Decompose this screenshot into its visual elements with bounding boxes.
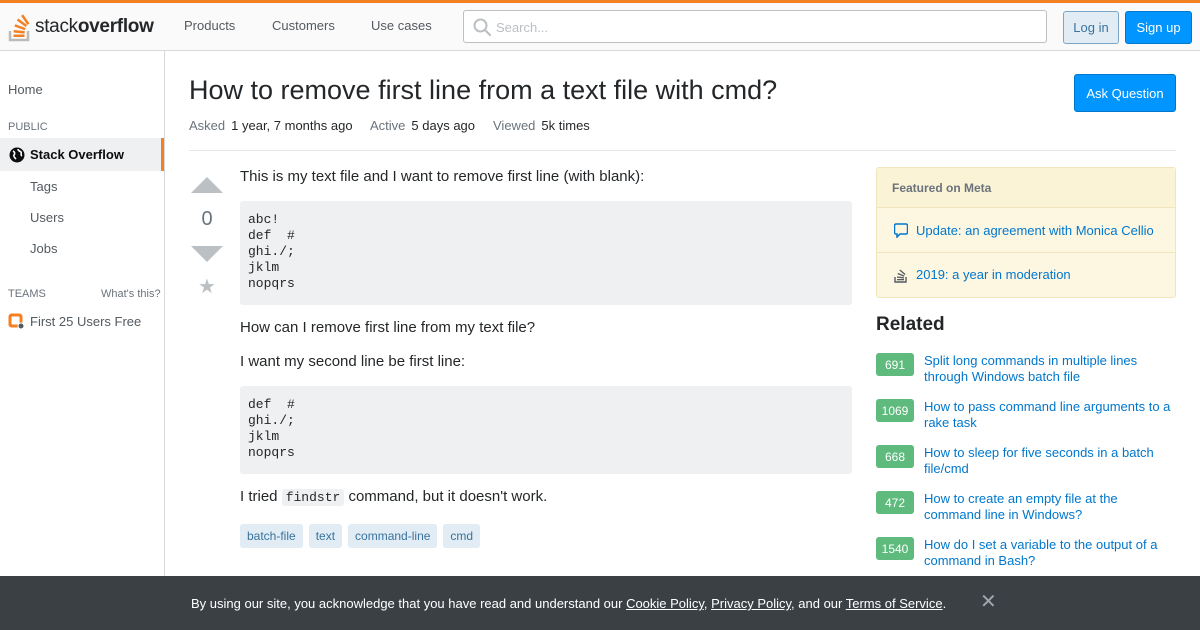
whats-this-link[interactable]: What's this?	[101, 288, 161, 300]
code-block: def # ghi./; jklm nopqrs	[240, 386, 852, 474]
related-score: 472	[876, 491, 914, 514]
related-item[interactable]: 668 How to sleep for five seconds in a ba…	[876, 445, 1176, 477]
tag-list: batch-file text command-line cmd	[240, 524, 481, 548]
logo-text: stackoverflow	[35, 16, 154, 37]
related-title[interactable]: How to pass command line arguments to a …	[924, 399, 1176, 431]
sidebar-item-home[interactable]: Home	[8, 82, 43, 97]
related-item[interactable]: 472 How to create an empty file at the co…	[876, 491, 1176, 523]
sidebar-heading-public: PUBLIC	[8, 121, 48, 133]
sidebar-item-jobs[interactable]: Jobs	[30, 241, 57, 256]
featured-item-label: 2019: a year in moderation	[916, 267, 1071, 282]
sidebar-item-tags[interactable]: Tags	[30, 179, 57, 194]
featured-item[interactable]: 2019: a year in moderation	[877, 252, 1175, 296]
viewed-label: Viewed	[493, 118, 536, 133]
inline-code: findstr	[281, 489, 345, 506]
related-item[interactable]: 1540 How do I set a variable to the outpu…	[876, 537, 1176, 569]
related-score: 668	[876, 445, 914, 468]
nav-customers[interactable]: Customers	[272, 18, 335, 33]
post-paragraph: I tried findstr command, but it doesn't …	[240, 488, 548, 506]
privacy-policy-link[interactable]: Privacy Policy	[711, 596, 791, 611]
active-value[interactable]: 5 days ago	[411, 118, 475, 133]
upvote-arrow-icon[interactable]	[191, 177, 223, 193]
terms-of-service-link[interactable]: Terms of Service	[846, 596, 943, 611]
sidebar-item-users[interactable]: Users	[30, 210, 64, 225]
featured-heading: Featured on Meta	[877, 168, 1175, 208]
search-box[interactable]	[463, 10, 1047, 43]
signup-button[interactable]: Sign up	[1125, 11, 1192, 44]
related-title[interactable]: How to create an empty file at the comma…	[924, 491, 1176, 523]
active-meta: Active 5 days ago	[370, 118, 475, 133]
login-button[interactable]: Log in	[1063, 11, 1119, 44]
search-input[interactable]	[496, 17, 1036, 37]
post-paragraph: I want my second line be first line:	[240, 353, 466, 370]
related-score: 1540	[876, 537, 914, 560]
sidebar-item-label: First 25 Users Free	[30, 313, 142, 329]
ask-question-button[interactable]: Ask Question	[1074, 74, 1176, 112]
globe-icon	[9, 147, 25, 163]
chat-bubble-icon	[894, 222, 908, 238]
cookie-policy-link[interactable]: Cookie Policy	[626, 596, 704, 611]
related-score: 691	[876, 353, 914, 376]
viewed-meta: Viewed 5k times	[493, 118, 590, 133]
close-icon[interactable]: ✕	[980, 592, 997, 612]
asked-value[interactable]: 1 year, 7 months ago	[231, 118, 352, 133]
asked-meta: Asked 1 year, 7 months ago	[189, 118, 353, 133]
stack-overflow-icon	[894, 267, 908, 283]
related-title[interactable]: How to sleep for five seconds in a batch…	[924, 445, 1176, 477]
downvote-arrow-icon[interactable]	[191, 246, 223, 262]
favorite-star-icon[interactable]: ★	[198, 277, 216, 297]
cookie-text: By using our site, you acknowledge that …	[191, 596, 947, 611]
tag-batch-file[interactable]: batch-file	[240, 524, 303, 548]
vote-count: 0	[201, 208, 213, 230]
featured-item[interactable]: Update: an agreement with Monica Cellio	[877, 208, 1175, 252]
tag-text[interactable]: text	[308, 524, 343, 548]
featured-item-label: Update: an agreement with Monica Cellio	[916, 222, 1154, 238]
sidebar-item-first-25-users[interactable]: First 25 Users Free	[8, 313, 142, 330]
active-label: Active	[370, 118, 406, 133]
related-item[interactable]: 691 Split long commands in multiple lines…	[876, 353, 1176, 385]
featured-on-meta: Featured on Meta Update: an agreement wi…	[876, 167, 1176, 298]
cookie-banner: By using our site, you acknowledge that …	[0, 576, 1200, 630]
sidebar-item-label: Stack Overflow	[30, 147, 124, 162]
left-sidebar: Home PUBLIC Stack Overflow Tags Users Jo…	[0, 51, 165, 630]
code-block: abc! def # ghi./; jklm nopqrs	[240, 201, 852, 305]
search-icon	[473, 18, 491, 36]
related-score: 1069	[876, 399, 914, 422]
sidebar-heading-teams: TEAMS	[8, 288, 46, 300]
post-paragraph: How can I remove first line from my text…	[240, 319, 536, 336]
related-heading: Related	[876, 314, 945, 335]
stackoverflow-logo[interactable]: stackoverflow	[8, 11, 154, 43]
question-title[interactable]: How to remove first line from a text fil…	[189, 75, 777, 106]
divider	[189, 150, 1176, 151]
tag-command-line[interactable]: command-line	[348, 524, 438, 548]
teams-icon	[8, 313, 25, 330]
top-bar: stackoverflow Products Customers Use cas…	[0, 0, 1200, 51]
nav-use-cases[interactable]: Use cases	[371, 18, 432, 33]
post-paragraph: This is my text file and I want to remov…	[240, 168, 645, 185]
asked-label: Asked	[189, 118, 226, 133]
related-title[interactable]: How do I set a variable to the output of…	[924, 537, 1176, 569]
sidebar-item-stack-overflow[interactable]: Stack Overflow	[0, 138, 164, 171]
stack-logo-icon	[8, 14, 30, 42]
related-item[interactable]: 1069 How to pass command line arguments t…	[876, 399, 1176, 431]
related-title[interactable]: Split long commands in multiple lines th…	[924, 353, 1176, 385]
nav-products[interactable]: Products	[184, 18, 235, 33]
viewed-value: 5k times	[541, 118, 590, 133]
tag-cmd[interactable]: cmd	[443, 524, 481, 548]
